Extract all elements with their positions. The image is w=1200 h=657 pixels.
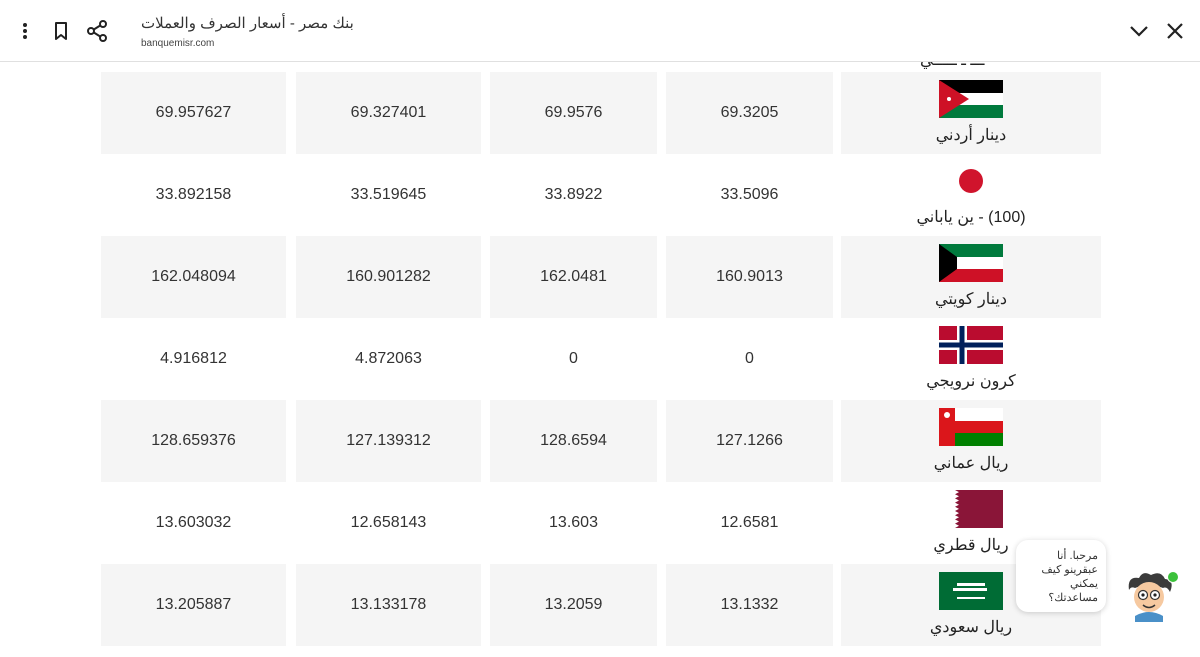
rate-cell: 13.133178 [296,564,481,646]
table-row: 128.659376 127.139312 128.6594 127.1266 ريال… [101,400,1101,482]
rate-cell: 12.6581 [720,514,779,531]
currency-cell: دينار كويتي [841,236,1101,318]
rate-cell: 13.603 [549,514,598,531]
japan-flag-icon [939,154,1003,200]
bookmark-icon[interactable] [46,16,76,46]
rate-cell: 128.659376 [101,400,286,482]
chat-bubble[interactable]: مرحبا. أنا عبقرينو كيف يمكني مساعدتك؟ [1016,540,1106,612]
page-title: بنك مصر - أسعار الصرف والعملات [141,15,354,32]
table-row: 69.957627 69.327401 69.9576 69.3205 دينار أر… [101,72,1101,154]
online-status-dot [1167,571,1179,583]
rate-cell: 162.048094 [101,236,286,318]
rate-cell: 69.957627 [101,72,286,154]
rate-cell: 13.603032 [155,514,232,531]
jordan-flag-icon [939,72,1003,118]
currency-name: ريال قطري [933,537,1009,554]
rate-cell: 69.327401 [296,72,481,154]
currency-name: (100) - ين ياباني [916,209,1026,226]
currency-cell: (100) - ين ياباني [841,154,1101,236]
rate-cell: 33.892158 [155,186,232,203]
rate-cell: 4.872063 [355,350,422,367]
close-icon[interactable] [1160,16,1190,46]
rate-cell: 128.6594 [490,400,657,482]
browser-top-bar: بنك مصر - أسعار الصرف والعملات banquemis… [0,0,1200,62]
rate-cell: 127.139312 [296,400,481,482]
currency-name: ريال سعودي [929,619,1013,636]
qatar-flag-icon [939,482,1003,528]
rate-cell: 33.8922 [544,186,603,203]
table-row: 13.603032 12.658143 13.603 12.6581 ريال قطري [101,482,1101,564]
chevron-down-icon[interactable] [1124,16,1154,46]
more-vert-icon[interactable] [10,16,40,46]
rate-cell: 162.0481 [490,236,657,318]
currency-name: دينار أردني [935,127,1007,144]
rate-cell: 127.1266 [666,400,833,482]
saudi-flag-icon [939,564,1003,610]
page-url: banquemisr.com [141,38,215,49]
currency-cell: دينار أردني [841,72,1101,154]
table-row: 162.048094 160.901282 162.0481 160.9013 دينا… [101,236,1101,318]
rate-cell: 69.9576 [490,72,657,154]
rate-cell: 33.5096 [720,186,779,203]
rate-cell: 13.205887 [101,564,286,646]
table-row: 4.916812 4.872063 0 0 كرون نرويجي [101,318,1101,400]
kuwait-flag-icon [939,236,1003,282]
rate-cell: 13.1332 [666,564,833,646]
currency-cell: ريال عماني [841,400,1101,482]
share-icon[interactable] [82,16,112,46]
currency-name: دينار كويتي [935,291,1007,308]
clipped-currency-label: ـــ ـ ـــــي [920,62,984,70]
rate-cell: 0 [569,350,578,367]
rate-cell: 160.9013 [666,236,833,318]
oman-flag-icon [939,400,1003,446]
currency-cell: كرون نرويجي [841,318,1101,400]
rate-cell: 13.2059 [490,564,657,646]
rate-cell: 4.916812 [160,350,227,367]
rate-cell: 0 [745,350,754,367]
currency-name: كرون نرويجي [926,373,1016,390]
currency-name: ريال عماني [933,455,1009,472]
rate-cell: 160.901282 [296,236,481,318]
norway-flag-icon [939,318,1003,364]
table-row: 13.205887 13.133178 13.2059 13.1332 ريال سعو… [101,564,1101,646]
rate-cell: 33.519645 [350,186,427,203]
rate-cell: 12.658143 [350,514,427,531]
table-row: 33.892158 33.519645 33.8922 33.5096 (100) - … [101,154,1101,236]
rate-cell: 69.3205 [666,72,833,154]
